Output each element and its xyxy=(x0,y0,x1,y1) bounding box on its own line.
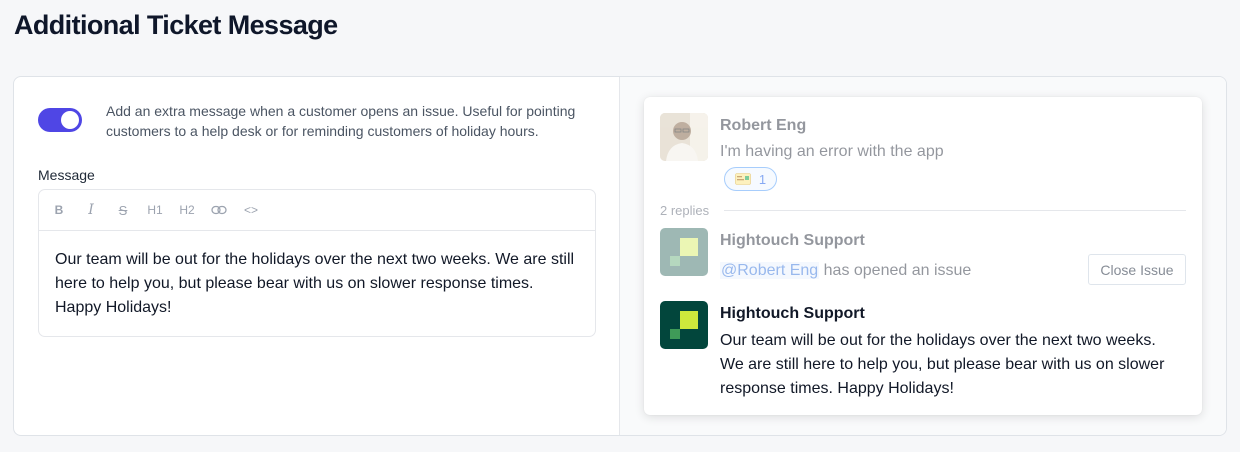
opened-message-text: has opened an issue xyxy=(823,262,972,279)
hightouch-logo-icon xyxy=(660,301,708,349)
first-message-author: Robert Eng xyxy=(720,117,807,134)
close-issue-button[interactable]: Close Issue xyxy=(1088,254,1186,285)
strikethrough-button[interactable]: S xyxy=(111,198,135,222)
heading2-button[interactable]: H2 xyxy=(175,198,199,222)
extra-message-text: Our team will be out for the holidays ov… xyxy=(720,332,1165,397)
editor-toolbar: B I S H1 H2 <> xyxy=(39,190,595,231)
card-emoji-icon xyxy=(735,173,751,185)
opened-message-author: Hightouch Support xyxy=(720,232,865,249)
message-label: Message xyxy=(38,167,95,183)
replies-count[interactable]: 2 replies xyxy=(660,203,709,218)
preview-panel: Robert Eng I'm having an error with the … xyxy=(620,77,1226,435)
message-textarea[interactable]: Our team will be out for the holidays ov… xyxy=(39,231,595,337)
italic-button[interactable]: I xyxy=(79,198,103,222)
hightouch-logo-icon xyxy=(660,228,708,276)
reaction-count: 1 xyxy=(758,171,767,187)
heading1-button[interactable]: H1 xyxy=(143,198,167,222)
robert-eng-avatar xyxy=(660,113,708,161)
extra-message-author: Hightouch Support xyxy=(720,305,865,322)
reaction-badge[interactable]: 1 xyxy=(724,167,777,191)
bold-button[interactable]: B xyxy=(47,198,71,222)
user-mention[interactable]: @Robert Eng xyxy=(720,262,820,279)
settings-panel: Add an extra message when a customer ope… xyxy=(14,77,620,435)
opened-message-body: @Robert Eng has opened an issue xyxy=(720,262,971,280)
link-icon xyxy=(211,205,227,215)
toggle-description: Add an extra message when a customer ope… xyxy=(106,103,576,139)
first-message-text: I'm having an error with the app xyxy=(720,143,944,160)
settings-card: Add an extra message when a customer ope… xyxy=(13,76,1227,436)
chat-preview: Robert Eng I'm having an error with the … xyxy=(644,97,1202,415)
toggle-knob xyxy=(61,111,79,129)
extra-message-toggle[interactable] xyxy=(38,108,82,132)
code-button[interactable]: <> xyxy=(239,198,263,222)
replies-divider xyxy=(724,210,1186,211)
page-title: Additional Ticket Message xyxy=(14,10,338,40)
message-editor: B I S H1 H2 <> Our team will be out for … xyxy=(38,189,596,337)
link-button[interactable] xyxy=(207,198,231,222)
